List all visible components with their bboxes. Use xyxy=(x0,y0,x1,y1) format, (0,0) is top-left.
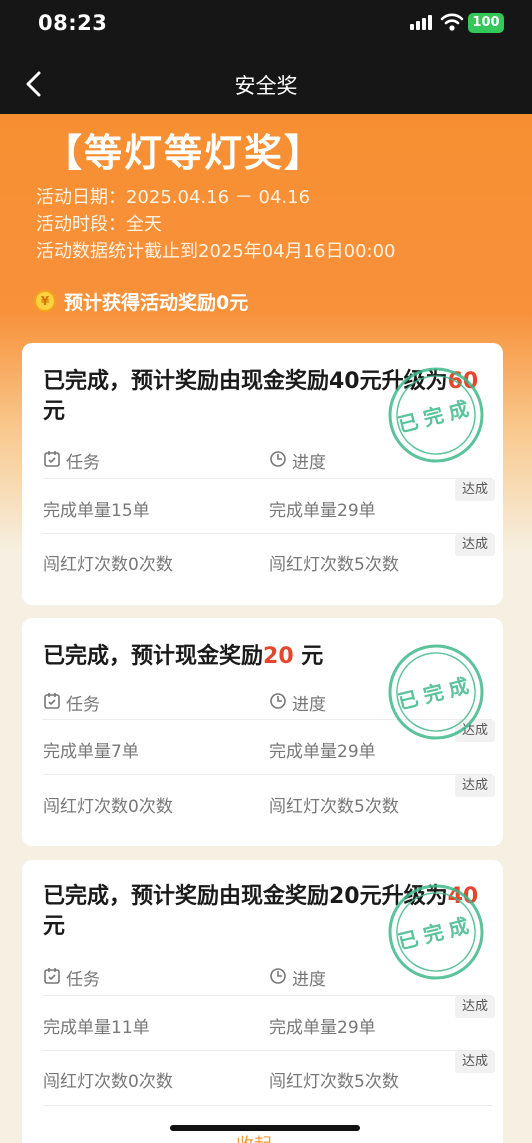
activity-period: 活动时段：全天 xyxy=(36,214,162,235)
completed-stamp: 已完成 xyxy=(388,644,484,740)
clock-icon xyxy=(270,451,286,467)
divider xyxy=(42,533,492,534)
achieved-badge: 达成 xyxy=(455,775,495,797)
achieved-badge: 达成 xyxy=(455,534,495,556)
reward-unit: 元 xyxy=(43,914,66,939)
completed-stamp: 已完成 xyxy=(388,884,484,980)
progress-cell: 闯红灯次数5次数 xyxy=(269,555,399,575)
reward-unit: 元 xyxy=(293,644,324,669)
task-header: 任务 xyxy=(66,453,100,473)
page-title: 安全奖 xyxy=(234,74,298,98)
activity-title: 【等灯等灯奖】 xyxy=(44,131,325,175)
top-bar: 08:23 100 安全奖 xyxy=(0,0,532,114)
task-icon xyxy=(44,451,60,467)
activity-stats-cutoff: 活动数据统计截止到2025年04月16日00:00 xyxy=(36,241,396,262)
reward-card: 已完成，预计现金奖励20 元 任务 进度 达成 完成单量7单 完成单量29单 达… xyxy=(22,618,503,846)
task-icon xyxy=(44,968,60,984)
card-title-text: 已完成，预计现金奖励 xyxy=(43,644,264,669)
task-cell: 完成单量7单 xyxy=(43,742,139,762)
achieved-badge: 达成 xyxy=(455,1051,495,1073)
task-cell: 闯红灯次数0次数 xyxy=(43,555,173,575)
progress-cell: 完成单量29单 xyxy=(269,742,376,762)
task-icon xyxy=(44,693,60,709)
stamp-label: 已完成 xyxy=(395,672,476,714)
status-time: 08:23 xyxy=(38,11,108,35)
battery-indicator: 100 xyxy=(468,13,504,33)
clock-icon xyxy=(270,693,286,709)
nav-bar: 安全奖 xyxy=(0,58,532,110)
divider xyxy=(42,995,492,996)
progress-cell: 完成单量29单 xyxy=(269,501,376,521)
progress-cell: 闯红灯次数5次数 xyxy=(269,1072,399,1092)
divider xyxy=(42,1050,492,1051)
achieved-badge: 达成 xyxy=(455,996,495,1018)
home-indicator xyxy=(170,1125,360,1131)
collapse-button[interactable]: 收起 xyxy=(236,1131,272,1143)
reward-card: 已完成，预计奖励由现金奖励40元升级为60 元 任务 进度 达成 完成单量15单… xyxy=(22,343,503,605)
divider xyxy=(42,774,492,775)
stamp-label: 已完成 xyxy=(395,395,476,437)
activity-date: 活动日期：2025.04.16 － 04.16 xyxy=(36,187,311,208)
task-header: 任务 xyxy=(66,970,100,990)
progress-cell: 完成单量29单 xyxy=(269,1018,376,1038)
signal-icon xyxy=(410,14,434,30)
reward-card: 已完成，预计奖励由现金奖励20元升级为40 元 任务 进度 达成 完成单量11单… xyxy=(22,860,503,1143)
divider xyxy=(42,1105,492,1106)
progress-header: 进度 xyxy=(292,970,326,990)
progress-header: 进度 xyxy=(292,695,326,715)
completed-stamp: 已完成 xyxy=(388,367,484,463)
task-cell: 完成单量15单 xyxy=(43,501,150,521)
clock-icon xyxy=(270,968,286,984)
task-header: 任务 xyxy=(66,695,100,715)
wifi-icon xyxy=(440,13,464,31)
divider xyxy=(42,478,492,479)
reward-unit: 元 xyxy=(43,399,66,424)
coin-icon: ¥ xyxy=(34,290,56,312)
reward-amount: 20 xyxy=(263,644,294,669)
task-cell: 闯红灯次数0次数 xyxy=(43,1072,173,1092)
status-bar: 08:23 100 xyxy=(0,0,532,48)
stamp-label: 已完成 xyxy=(395,912,476,954)
progress-cell: 闯红灯次数5次数 xyxy=(269,797,399,817)
estimated-reward-text: 预计获得活动奖励0元 xyxy=(64,292,249,314)
task-cell: 完成单量11单 xyxy=(43,1018,150,1038)
achieved-badge: 达成 xyxy=(455,479,495,501)
progress-header: 进度 xyxy=(292,453,326,473)
task-cell: 闯红灯次数0次数 xyxy=(43,797,173,817)
